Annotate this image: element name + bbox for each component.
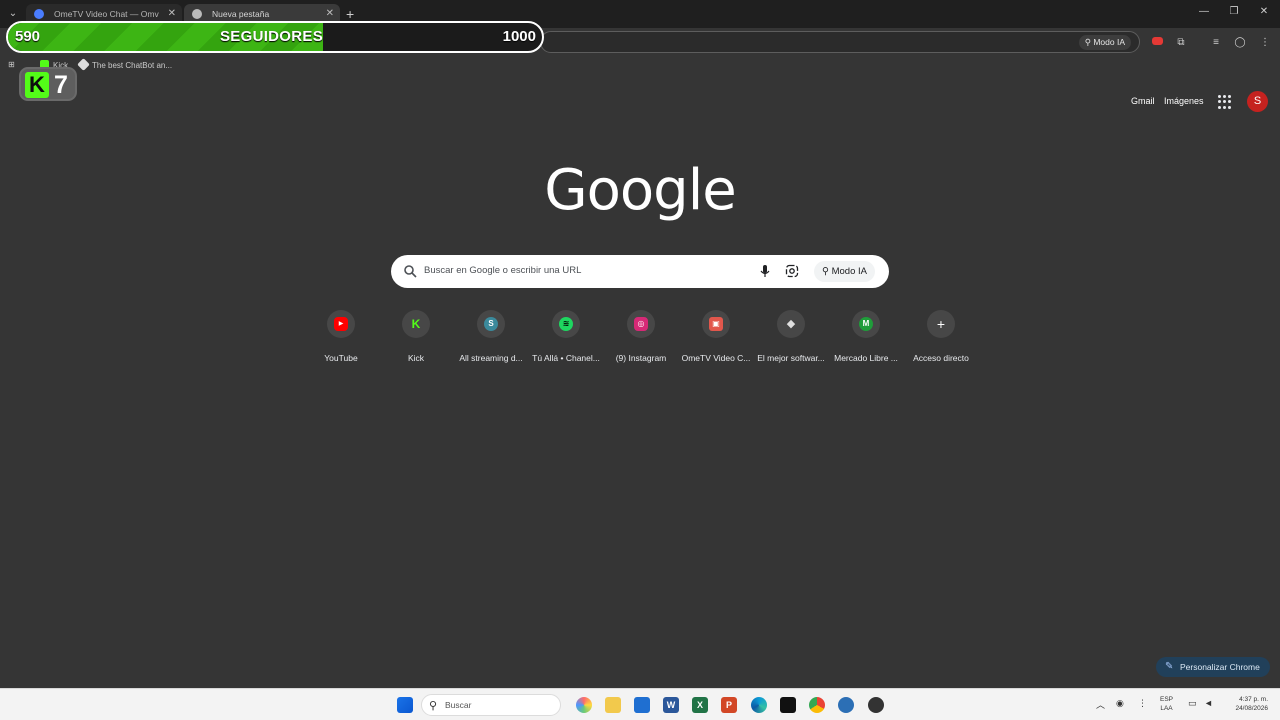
extension-red-icon[interactable]: [1150, 36, 1164, 50]
account-avatar[interactable]: S: [1247, 91, 1268, 112]
apps-grid-icon[interactable]: ⊞: [8, 60, 15, 69]
add-shortcut-button[interactable]: + Acceso directo: [903, 306, 979, 376]
address-bar[interactable]: ⚲ Modo IA: [540, 31, 1140, 53]
streamerbot-icon: ◆: [786, 318, 796, 330]
shortcut-streamerbot[interactable]: ◆ El mejor softwar...: [753, 306, 829, 376]
ometv-icon: ▣: [709, 317, 723, 331]
shortcut-label: El mejor softwar...: [757, 353, 825, 363]
file-explorer-icon[interactable]: [605, 697, 621, 713]
instagram-icon: ◎: [634, 317, 648, 331]
obs-streaming-icon[interactable]: [780, 697, 796, 713]
kick-count: 7: [54, 71, 68, 99]
copilot-icon[interactable]: [576, 697, 592, 713]
streaming-icon: S: [484, 317, 498, 331]
chatbot-icon: [77, 58, 90, 71]
kick-logo-icon: K: [25, 72, 49, 98]
chrome-icon[interactable]: [809, 697, 825, 713]
tray-app-icon[interactable]: ◉: [1116, 698, 1124, 709]
extensions-puzzle-icon[interactable]: ⧉: [1174, 36, 1188, 50]
kick-viewer-badge: K 7: [19, 67, 77, 101]
app-blue-icon[interactable]: [838, 697, 854, 713]
spotify-icon: ≋: [559, 317, 573, 331]
tab-title: OmeTV Video Chat — Omv: [54, 9, 159, 19]
tab-title: Nueva pestaña: [212, 9, 270, 19]
pencil-icon: ✎: [1165, 661, 1174, 672]
search-icon: [404, 265, 417, 278]
taskbar-search[interactable]: ⚲ Buscar: [421, 694, 561, 716]
language-indicator[interactable]: ESP LAA: [1160, 695, 1173, 713]
ometv-favicon-icon: [34, 9, 44, 19]
network-icon[interactable]: ▭: [1188, 698, 1197, 709]
chrome-favicon-icon: [192, 9, 202, 19]
shortcut-label: (9) Instagram: [615, 353, 667, 363]
minimize-icon[interactable]: —: [1197, 6, 1211, 17]
microphone-icon[interactable]: [758, 264, 772, 278]
bookmarks-bar: ⊞ Kick The best ChatBot an...: [0, 57, 1280, 75]
edge-icon[interactable]: [751, 697, 767, 713]
close-window-icon[interactable]: ✕: [1257, 6, 1271, 17]
shortcut-spotify[interactable]: ≋ Tú Allá • Chanel...: [528, 306, 604, 376]
system-clock[interactable]: 4:37 p. m. 24/08/2026: [1222, 695, 1268, 713]
search-box[interactable]: Buscar en Google o escribir una URL ⚲ Mo…: [391, 255, 889, 288]
google-lens-icon[interactable]: [785, 264, 799, 278]
customize-chrome-button[interactable]: ✎ Personalizar Chrome: [1156, 657, 1270, 677]
follower-goal-target: 1000: [502, 28, 536, 45]
shortcut-label: Kick: [407, 353, 425, 363]
tab-search-chevron-icon[interactable]: ⌄: [5, 6, 21, 22]
shortcut-streaming[interactable]: S All streaming d...: [453, 306, 529, 376]
add-icon: +: [936, 316, 946, 332]
word-icon[interactable]: W: [663, 697, 679, 713]
mercadolibre-icon: M: [859, 317, 873, 331]
shortcut-instagram[interactable]: ◎ (9) Instagram: [603, 306, 679, 376]
shortcut-label: Tú Allá • Chanel...: [532, 353, 600, 363]
shortcut-kick[interactable]: K Kick: [378, 306, 454, 376]
search-icon: ⚲: [429, 700, 438, 712]
current-followers: 590: [15, 28, 41, 45]
ai-mode-button[interactable]: ⚲ Modo IA: [814, 261, 875, 282]
shortcut-ometv[interactable]: ▣ OmeTV Video C...: [678, 306, 754, 376]
shortcut-label: Mercado Libre ...: [834, 353, 898, 363]
shortcuts-grid: ▶ YouTube K Kick S All streaming d... ≋ …: [303, 306, 978, 376]
profile-icon[interactable]: ◯: [1233, 36, 1247, 50]
follower-goal-bar: 590 SEGUIDORES 1000: [6, 21, 544, 53]
images-link[interactable]: Imágenes: [1164, 96, 1204, 106]
app-notification-icon[interactable]: [868, 697, 884, 713]
shortcut-youtube[interactable]: ▶ YouTube: [303, 306, 379, 376]
omnibox-ai-mode-button[interactable]: ⚲ Modo IA: [1078, 35, 1131, 50]
bookmark-chatbot[interactable]: The best ChatBot an...: [77, 58, 172, 71]
youtube-icon: ▶: [334, 317, 348, 331]
gmail-link[interactable]: Gmail: [1131, 96, 1155, 106]
tray-chevron-icon[interactable]: ︿: [1096, 698, 1105, 711]
windows-taskbar: ⚲ Buscar W X P ︿ ◉ ⋮ ESP LAA ▭ ◄ 4:37 p.…: [0, 688, 1280, 720]
tray-mic-icon[interactable]: ⋮: [1138, 698, 1147, 709]
sparkle-search-icon: ⚲: [822, 266, 832, 277]
shortcut-label: All streaming d...: [459, 353, 523, 363]
shortcut-label: YouTube: [324, 353, 358, 363]
google-apps-icon[interactable]: [1218, 95, 1232, 109]
shortcut-label: OmeTV Video C...: [681, 353, 751, 363]
kick-icon: K: [411, 317, 421, 331]
shortcut-label: Acceso directo: [913, 353, 969, 363]
shortcut-mercadolibre[interactable]: M Mercado Libre ...: [828, 306, 904, 376]
restore-icon[interactable]: ❐: [1227, 6, 1241, 17]
search-input[interactable]: Buscar en Google o escribir una URL: [424, 265, 581, 276]
follower-goal-title: SEGUIDORES: [220, 28, 324, 45]
powerpoint-icon[interactable]: P: [721, 697, 737, 713]
media-controls-icon[interactable]: ≡: [1209, 36, 1223, 50]
menu-icon[interactable]: ⋮: [1258, 36, 1272, 50]
excel-icon[interactable]: X: [692, 697, 708, 713]
google-logo: Google: [544, 158, 736, 223]
volume-icon[interactable]: ◄: [1204, 698, 1213, 708]
microsoft-store-icon[interactable]: [634, 697, 650, 713]
new-tab-button[interactable]: +: [346, 6, 354, 22]
windows-start-icon[interactable]: [397, 697, 413, 713]
